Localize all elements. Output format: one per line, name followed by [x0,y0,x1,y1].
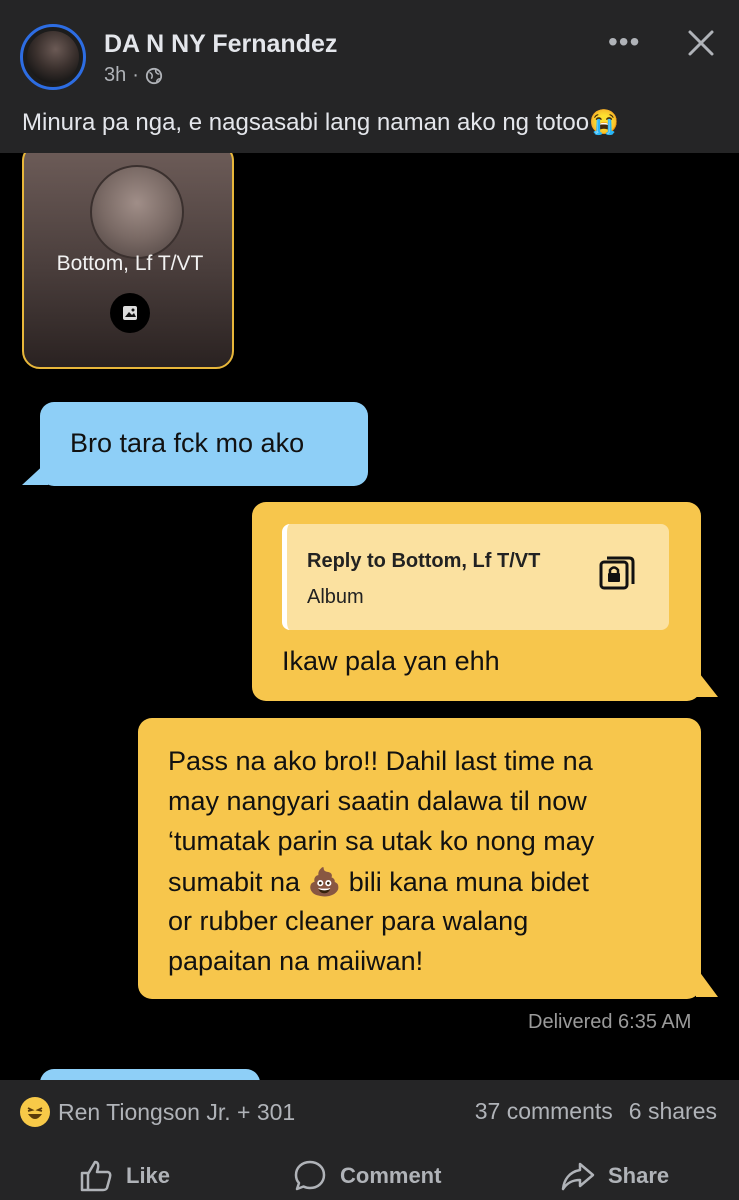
post-meta: 3h · [104,64,163,87]
message-line: may nangyari saatin dalawa til now [168,786,587,816]
incoming-message-text: Bro tara fck mo ako [70,428,305,458]
action-bar: Like Comment Share [0,1152,739,1200]
more-options-button[interactable]: ••• [608,26,640,58]
post-header: DA N NY Fernandez 3h · ••• Minura pa nga… [0,0,739,153]
delivered-status: Delivered 6:35 AM [528,1011,692,1033]
message-line: sumabit na 💩 bili kana muna bidet [168,867,589,897]
reply-quote-subtitle: Album [307,586,364,608]
globe-icon [145,67,163,84]
share-button[interactable]: Share [560,1158,669,1194]
reply-quote: Reply to Bottom, Lf T/VT Album [282,524,669,630]
album-icon [110,293,150,333]
profile-card-photo [90,165,184,259]
outgoing-reply-text: Ikaw pala yan ehh [282,646,500,676]
comment-button[interactable]: Comment [292,1158,441,1194]
post-footer: Ren Tiongson Jr. + 301 37 comments 6 sha… [0,1080,739,1200]
shares-count[interactable]: 6 shares [629,1098,717,1125]
incoming-message-bubble: Bro tara fck mo ako [40,402,368,486]
author-name[interactable]: DA N NY Fernandez [104,30,337,59]
message-line: or rubber cleaner para walang [168,906,529,936]
incoming-message-bubble-partial [40,1069,260,1080]
like-button[interactable]: Like [78,1158,170,1194]
profile-card: Bottom, Lf T/VT [22,153,234,369]
message-line: Pass na ako bro!! Dahil last time na [168,746,593,776]
laugh-reaction-icon [20,1097,50,1127]
locked-album-icon [599,556,635,590]
post-caption: Minura pa nga, e nagsasabi lang naman ak… [22,109,619,136]
outgoing-message-bubble: Pass na ako bro!! Dahil last time na may… [138,718,701,999]
post-time[interactable]: 3h [104,64,126,87]
thumbs-up-icon [80,1160,112,1192]
share-icon [561,1162,595,1191]
post-stats: 37 comments 6 shares [475,1098,717,1125]
chat-screenshot-image[interactable]: Bottom, Lf T/VT Bro tara fck mo ako Repl… [0,153,739,1080]
comments-count[interactable]: 37 comments [475,1098,613,1125]
profile-card-name: Bottom, Lf T/VT [56,252,204,275]
outgoing-reply-bubble: Reply to Bottom, Lf T/VT Album Ikaw pala… [252,502,701,701]
reactors-text: Ren Tiongson Jr. + 301 [58,1098,296,1125]
author-avatar[interactable] [20,24,86,90]
reactions-summary[interactable]: Ren Tiongson Jr. + 301 [20,1097,295,1127]
comment-label: Comment [340,1163,442,1188]
comment-icon [294,1160,326,1191]
message-line: papaitan na maiiwan! [168,946,424,976]
close-icon[interactable] [684,26,718,60]
share-label: Share [608,1163,670,1188]
reply-quote-title: Reply to Bottom, Lf T/VT [307,550,541,572]
message-line: ‘tumatak parin sa utak ko nong may [168,826,595,856]
like-label: Like [126,1163,171,1188]
